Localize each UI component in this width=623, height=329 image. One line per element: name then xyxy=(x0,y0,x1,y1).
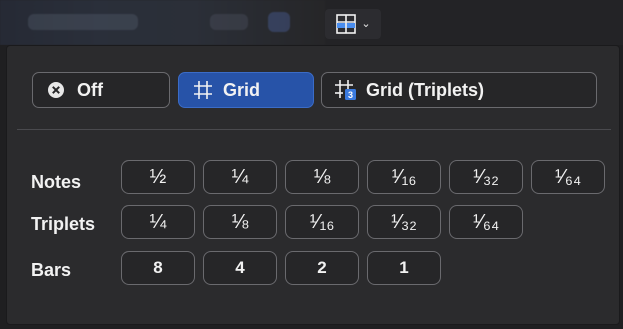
divider xyxy=(17,129,611,130)
notes-button-1-64[interactable]: ¹⁄₆₄ xyxy=(531,160,605,194)
bars-label: Bars xyxy=(31,260,72,280)
mode-grid-triplets-button[interactable]: 3 Grid (Triplets) xyxy=(321,72,597,108)
triplets-button-1-64[interactable]: ¹⁄₆₄ xyxy=(449,205,523,239)
triplets-button-1-16[interactable]: ¹⁄₁₆ xyxy=(285,205,359,239)
blurred-icon xyxy=(268,12,290,32)
chevron-down-icon: ⌄ xyxy=(361,17,371,30)
mode-grid-button[interactable]: Grid xyxy=(178,72,314,108)
triplets-button-1-32[interactable]: ¹⁄₃₂ xyxy=(367,205,441,239)
notes-button-1-32[interactable]: ¹⁄₃₂ xyxy=(449,160,523,194)
blurred-toolbar-area xyxy=(0,0,325,45)
blurred-control xyxy=(210,14,248,30)
notes-button-1-2[interactable]: ½ xyxy=(121,160,195,194)
notes-button-1-16[interactable]: ¹⁄₁₆ xyxy=(367,160,441,194)
triplets-button-1-8[interactable]: ⅛ xyxy=(203,205,277,239)
svg-text:3: 3 xyxy=(348,90,353,100)
triplets-label: Triplets xyxy=(31,214,96,234)
x-circle-icon xyxy=(47,81,65,99)
bars-button-4[interactable]: 4 xyxy=(203,251,277,285)
mode-grid-label: Grid xyxy=(223,79,261,100)
mode-off-label: Off xyxy=(77,79,103,100)
notes-button-1-8[interactable]: ⅛ xyxy=(285,160,359,194)
grid-triplets-icon: 3 xyxy=(334,79,358,101)
blurred-label xyxy=(28,14,138,30)
snap-toggle-button[interactable]: ⌄ xyxy=(325,9,381,39)
mode-off-button[interactable]: Off xyxy=(32,72,170,108)
bars-button-8[interactable]: 8 xyxy=(121,251,195,285)
toolbar: ⌄ xyxy=(0,0,623,45)
bars-button-1[interactable]: 1 xyxy=(367,251,441,285)
snap-grid-icon xyxy=(335,13,357,35)
bars-button-2[interactable]: 2 xyxy=(285,251,359,285)
triplets-button-1-4[interactable]: ¼ xyxy=(121,205,195,239)
notes-label: Notes xyxy=(31,172,82,192)
grid-icon xyxy=(193,80,213,100)
mode-grid-triplets-label: Grid (Triplets) xyxy=(366,79,485,100)
snap-panel: Off Grid 3 Grid (Triplets) Notes ½ ¼ ⅛ ¹… xyxy=(6,45,620,325)
notes-button-1-4[interactable]: ¼ xyxy=(203,160,277,194)
